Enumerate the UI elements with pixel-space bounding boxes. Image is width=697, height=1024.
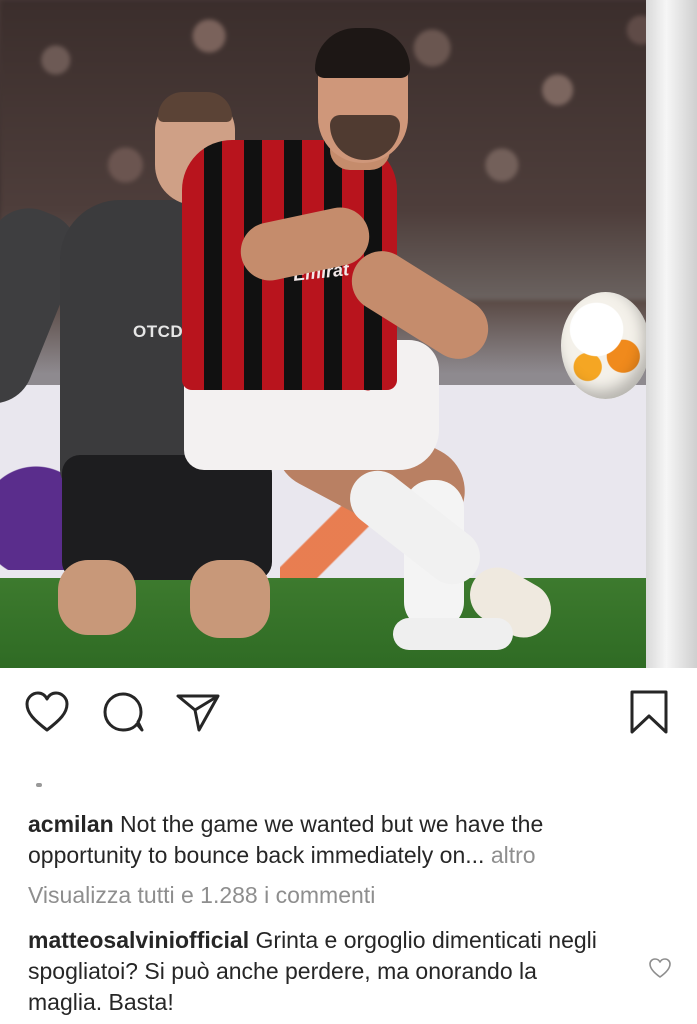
- bookmark-icon[interactable]: [628, 688, 670, 736]
- heart-outline-icon[interactable]: [24, 690, 70, 734]
- post-caption: acmilan Not the game we wanted but we ha…: [28, 809, 648, 871]
- goalkeeper-knee: [190, 560, 270, 638]
- goalkeeper-hair: [158, 92, 232, 122]
- speech-bubble-icon[interactable]: [100, 690, 146, 734]
- goalkeeper-knee: [58, 560, 136, 635]
- football: [561, 292, 650, 399]
- heart-outline-icon[interactable]: [648, 957, 672, 979]
- goal-post: [646, 0, 697, 668]
- paper-plane-icon[interactable]: [175, 690, 221, 734]
- more-link[interactable]: altro: [491, 842, 536, 868]
- caption-username[interactable]: acmilan: [28, 811, 114, 837]
- player-boot: [393, 618, 513, 650]
- post-photo[interactable]: OTCD 63 Emirat: [0, 0, 697, 668]
- divider-mark: [36, 783, 42, 787]
- comment: matteosalviniofficial Grinta e orgoglio …: [28, 925, 608, 1018]
- comment-username[interactable]: matteosalviniofficial: [28, 927, 249, 953]
- view-all-comments-link[interactable]: Visualizza tutti e 1.288 i commenti: [28, 880, 375, 911]
- goalkeeper-shirt-text: OTCD: [133, 322, 184, 341]
